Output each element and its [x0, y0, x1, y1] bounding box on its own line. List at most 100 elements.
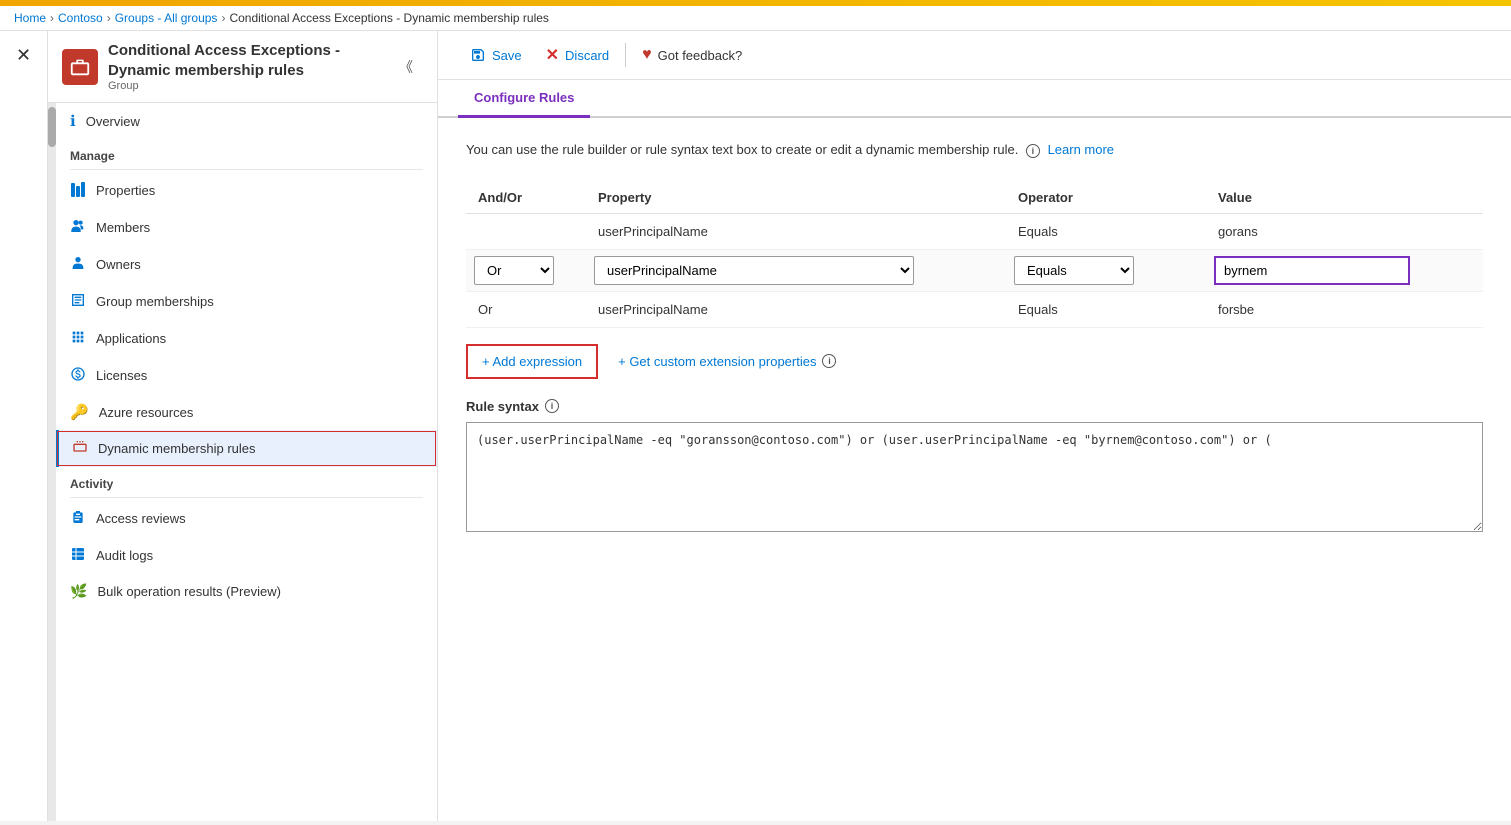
save-label: Save: [492, 48, 522, 63]
azure-resources-icon: 🔑: [70, 403, 89, 421]
page-title: Conditional Access Exceptions - Dynamic …: [108, 41, 381, 80]
save-button[interactable]: Save: [458, 43, 534, 67]
scroll-track[interactable]: [48, 103, 56, 821]
row1-value: gorans: [1206, 213, 1483, 249]
breadcrumb: Home › Contoso › Groups - All groups › C…: [0, 6, 1511, 31]
azure-resources-label: Azure resources: [99, 405, 194, 420]
get-custom-label: + Get custom extension properties: [618, 354, 816, 369]
page-icon: [62, 49, 98, 85]
members-label: Members: [96, 220, 150, 235]
andor-select[interactable]: Or And: [474, 256, 554, 285]
rule-syntax-textarea[interactable]: [466, 422, 1483, 532]
rules-table: And/Or Property Operator Value userPrinc…: [466, 182, 1483, 328]
info-icon[interactable]: i: [1026, 144, 1040, 158]
breadcrumb-groups[interactable]: Groups - All groups: [115, 11, 218, 25]
group-memberships-icon: [70, 292, 86, 311]
toolbar-divider: [625, 43, 626, 67]
row1-property: userPrincipalName: [586, 213, 1006, 249]
access-reviews-label: Access reviews: [96, 511, 186, 526]
properties-label: Properties: [96, 183, 155, 198]
sidebar-item-licenses[interactable]: Licenses: [56, 357, 437, 394]
sidebar-item-properties[interactable]: Properties: [56, 172, 437, 209]
table-row: userPrincipalName Equals gorans: [466, 213, 1483, 249]
row2-andor-cell: Or And: [466, 249, 586, 291]
applications-label: Applications: [96, 331, 166, 346]
sidebar-item-applications[interactable]: Applications: [56, 320, 437, 357]
sidebar-item-owners[interactable]: Owners: [56, 246, 437, 283]
sidebar-item-members[interactable]: Members: [56, 209, 437, 246]
group-memberships-label: Group memberships: [96, 294, 214, 309]
row3-property: userPrincipalName: [586, 291, 1006, 327]
get-custom-extension-button[interactable]: + Get custom extension properties i: [618, 354, 836, 369]
table-row-editing: Or And userPrincipalName displayName mai…: [466, 249, 1483, 291]
info-text: You can use the rule builder or rule syn…: [466, 142, 1483, 158]
audit-logs-label: Audit logs: [96, 548, 153, 563]
custom-info-icon[interactable]: i: [822, 354, 836, 368]
value-input[interactable]: [1214, 256, 1410, 285]
feedback-button[interactable]: ♥ Got feedback?: [630, 42, 754, 68]
sidebar-item-overview[interactable]: ℹ Overview: [56, 103, 437, 139]
discard-label: Discard: [565, 48, 609, 63]
toolbar: Save ✕ Discard ♥ Got feedback?: [438, 31, 1511, 80]
row3-andor: Or: [466, 291, 586, 327]
sidebar-item-access-reviews[interactable]: Access reviews: [56, 500, 437, 537]
owners-label: Owners: [96, 257, 141, 272]
property-select[interactable]: userPrincipalName displayName mail accou…: [594, 256, 914, 285]
sidebar-item-audit-logs[interactable]: Audit logs: [56, 537, 437, 574]
close-button[interactable]: ✕: [12, 41, 35, 70]
table-row: Or userPrincipalName Equals forsbe: [466, 291, 1483, 327]
sidebar-nav: ℹ Overview Manage Properties: [56, 103, 437, 821]
feedback-icon: ♥: [642, 46, 652, 64]
scroll-thumb[interactable]: [48, 107, 56, 147]
operator-select[interactable]: Equals Not Equals Contains Starts With: [1014, 256, 1134, 285]
licenses-icon: [70, 366, 86, 385]
sidebar-item-group-memberships[interactable]: Group memberships: [56, 283, 437, 320]
discard-button[interactable]: ✕ Discard: [534, 41, 621, 69]
row2-operator-cell: Equals Not Equals Contains Starts With: [1006, 249, 1206, 291]
access-reviews-icon: [70, 509, 86, 528]
syntax-info-icon[interactable]: i: [545, 399, 559, 413]
discard-icon: ✕: [546, 45, 559, 65]
row3-operator: Equals: [1006, 291, 1206, 327]
manage-section-label: Manage: [56, 139, 437, 167]
members-icon: [70, 218, 86, 237]
actions-row: + Add expression + Get custom extension …: [466, 344, 1483, 379]
col-value: Value: [1206, 182, 1483, 214]
sidebar-item-azure-resources[interactable]: 🔑 Azure resources: [56, 394, 437, 430]
licenses-label: Licenses: [96, 368, 147, 383]
row3-value: forsbe: [1206, 291, 1483, 327]
tab-configure-rules[interactable]: Configure Rules: [458, 80, 590, 118]
manage-divider: [70, 169, 423, 170]
row1-operator: Equals: [1006, 213, 1206, 249]
overview-icon: ℹ: [70, 112, 76, 130]
breadcrumb-current: Conditional Access Exceptions - Dynamic …: [229, 11, 548, 25]
add-expression-button[interactable]: + Add expression: [466, 344, 598, 379]
activity-section-label: Activity: [56, 467, 437, 495]
owners-icon: [70, 255, 86, 274]
row1-andor: [466, 213, 586, 249]
bulk-operations-icon: 🌿: [70, 583, 87, 600]
sidebar-item-dynamic-membership[interactable]: Dynamic membership rules: [56, 430, 437, 467]
collapse-sidebar-button[interactable]: 《: [391, 53, 421, 81]
properties-icon: [70, 181, 86, 200]
learn-more-link[interactable]: Learn more: [1048, 142, 1114, 157]
feedback-label: Got feedback?: [658, 48, 743, 63]
row2-value-cell: [1206, 249, 1483, 291]
dynamic-membership-label: Dynamic membership rules: [98, 441, 256, 456]
breadcrumb-contoso[interactable]: Contoso: [58, 11, 103, 25]
sidebar-page-header: Conditional Access Exceptions - Dynamic …: [48, 31, 437, 103]
page-subtitle: Group: [108, 80, 381, 92]
breadcrumb-sep3: ›: [221, 11, 225, 25]
content-area: Save ✕ Discard ♥ Got feedback? Configure…: [438, 31, 1511, 821]
col-property: Property: [586, 182, 1006, 214]
applications-icon: [70, 329, 86, 348]
col-andor: And/Or: [466, 182, 586, 214]
breadcrumb-home[interactable]: Home: [14, 11, 46, 25]
rule-syntax-section: Rule syntax i: [466, 399, 1483, 535]
sidebar-item-bulk-operations[interactable]: 🌿 Bulk operation results (Preview): [56, 574, 437, 609]
overview-label: Overview: [86, 114, 140, 129]
audit-logs-icon: [70, 546, 86, 565]
rule-syntax-label: Rule syntax i: [466, 399, 1483, 414]
col-operator: Operator: [1006, 182, 1206, 214]
tabs-bar: Configure Rules: [438, 80, 1511, 118]
